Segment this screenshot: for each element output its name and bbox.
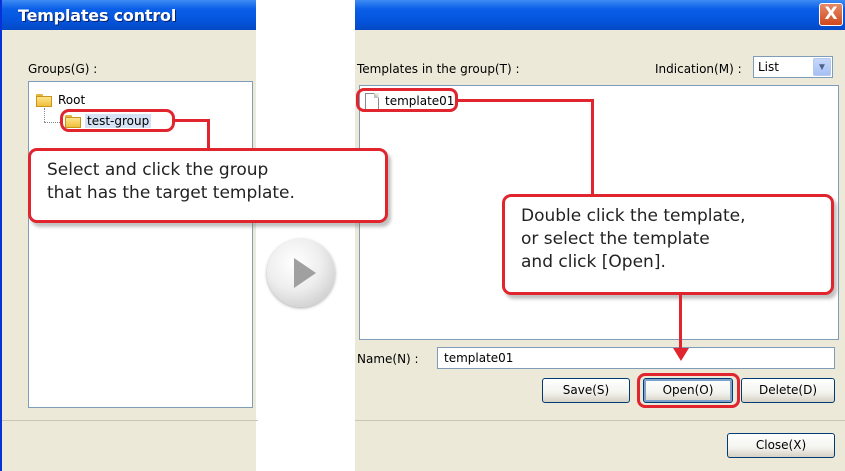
callout-select-group: Select and click the group that has the … [28,148,388,223]
templates-label: Templates in the group(T) : [357,62,520,76]
close-icon[interactable]: X [819,3,843,26]
divider [355,420,845,421]
window-title: Templates control [18,6,177,25]
name-field[interactable]: template01 [437,347,835,369]
close-button[interactable]: Close(X) [727,433,835,458]
title-bar: Templates control [2,0,256,30]
connector-line [457,99,594,102]
name-label: Name(N) : [357,352,419,366]
highlight-open-button [637,373,740,408]
divider [2,420,258,421]
highlight-test-group [60,109,175,132]
connector-line [174,119,209,122]
save-button[interactable]: Save(S) [542,378,630,403]
callout-open-template: Double click the template, or select the… [502,194,834,295]
connector-line [679,294,682,350]
arrow-down-icon [673,348,689,361]
connector-line [591,99,594,194]
folder-icon [36,94,52,107]
chevron-down-icon[interactable]: ▼ [813,58,831,76]
tree-node-root[interactable]: Root [58,93,85,107]
next-arrow-icon [267,239,335,307]
delete-button[interactable]: Delete(D) [741,378,835,403]
highlight-template01 [356,88,458,112]
tree-connector [44,108,45,122]
indication-value: List [758,60,779,74]
indication-label: Indication(M) : [655,62,742,76]
groups-label: Groups(G) : [28,62,98,76]
groups-panel: Templates control Groups(G) : Root test-… [0,0,258,471]
title-bar: X [355,0,845,30]
indication-select[interactable]: List ▼ [753,56,833,78]
name-field-value: template01 [444,351,514,365]
connector-line [207,119,210,149]
